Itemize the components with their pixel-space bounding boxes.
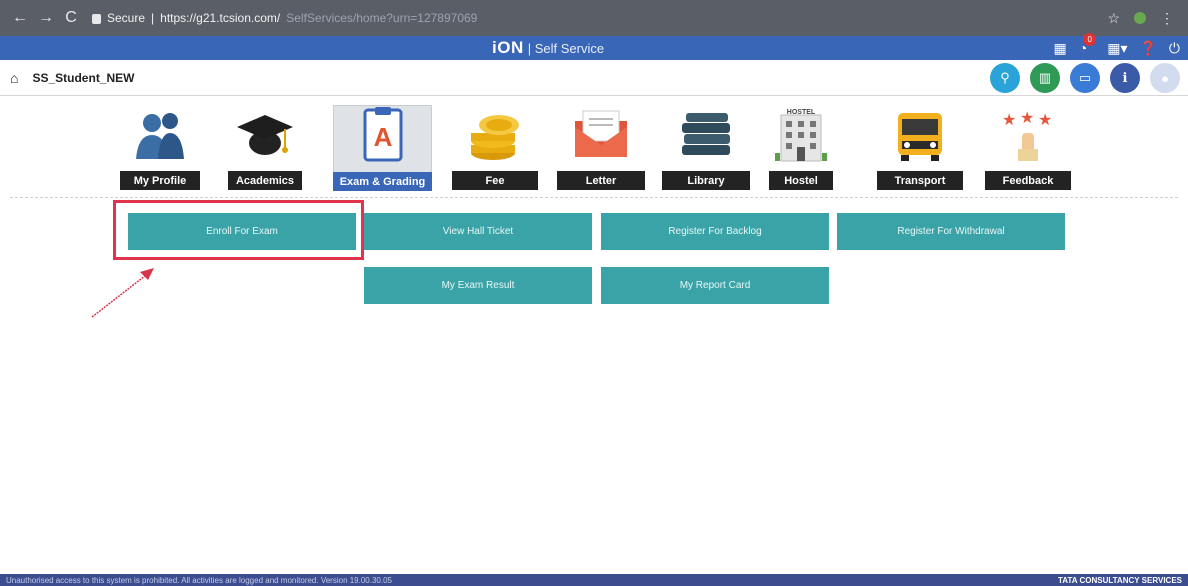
profile-icon [136,113,184,159]
svg-text:A: A [373,122,392,152]
module-my-profile[interactable]: My Profile [120,105,200,190]
quick-actions: ⚲ ▥ ▭ ℹ ● [990,63,1180,93]
extension-icon[interactable] [1134,12,1146,24]
footer-bar: Unauthorised access to this system is pr… [0,574,1188,586]
register-for-backlog-button[interactable]: Register For Backlog [601,213,829,250]
register-for-withdrawal-button[interactable]: Register For Withdrawal [837,213,1065,250]
header-icons: ▦ ◔ 0 ▦▾ ❓ ⏻ [1054,33,1180,60]
browser-actions: ☆ ⋮ [1107,10,1174,27]
app-brand: iON | Self Service [492,36,604,60]
svg-text:★: ★ [1020,108,1034,127]
graduation-cap-icon [237,115,293,155]
username-label: SS_Student_NEW [32,70,135,85]
envelope-icon [575,110,627,157]
address-bar[interactable]: Secure | https://g21.tcsion.com/SelfServ… [92,6,477,30]
footer-notice: Unauthorised access to this system is pr… [6,575,392,585]
home-icon[interactable]: ⌂ [10,70,18,86]
module-label: Hostel [769,171,833,190]
module-label: Library [662,171,750,190]
module-feedback[interactable]: ★ ★ ★ Feedback [985,105,1071,190]
module-academics[interactable]: Academics [228,105,302,190]
info-icon[interactable]: ℹ [1110,63,1140,93]
my-report-card-button[interactable]: My Report Card [601,267,829,304]
svg-text:★: ★ [1002,110,1016,129]
panel-icon[interactable]: ▥ [1030,63,1060,93]
module-label: Transport [877,171,963,190]
module-label: Letter [557,171,645,190]
books-icon [682,113,730,155]
star-rating-icon: ★ ★ ★ [1002,108,1052,161]
browser-toolbar: ← → C Secure | https://g21.tcsion.com/Se… [0,0,1188,36]
browser-nav: ← → C [12,9,78,27]
my-exam-result-button[interactable]: My Exam Result [364,267,592,304]
brand-product: | Self Service [527,40,605,56]
calendar-icon[interactable]: ▦ [1054,40,1067,57]
address-separator: | [151,11,155,25]
clipboard-icon: A [363,107,402,162]
module-letter[interactable]: Letter [557,105,645,190]
view-hall-ticket-button[interactable]: View Hall Ticket [364,213,592,250]
forward-icon[interactable]: → [38,9,54,27]
sub-header: ⌂ SS_Student_NEW ⚲ ▥ ▭ ℹ ● [0,60,1188,96]
coins-icon [471,115,519,160]
reload-icon[interactable]: C [64,9,78,27]
svg-text:★: ★ [1038,110,1052,129]
help-icon[interactable]: ❓ [1139,40,1156,57]
search-icon[interactable]: ⚲ [990,63,1020,93]
menu-kebab-icon[interactable]: ⋮ [1160,10,1174,27]
back-icon[interactable]: ← [12,9,28,27]
highlight-box [113,200,364,260]
module-label: My Profile [120,171,200,190]
hostel-sign: HOSTEL [786,109,816,116]
app-header: iON | Self Service ▦ ◔ 0 ▦▾ ❓ ⏻ [0,33,1188,60]
module-label: Academics [228,171,302,190]
star-icon[interactable]: ☆ [1107,10,1120,27]
power-icon[interactable]: ⏻ [1169,40,1180,57]
module-hostel[interactable]: HOSTEL Hostel [769,105,833,190]
avatar[interactable]: ● [1150,63,1180,93]
footer-brand: TATA CONSULTANCY SERVICES [1057,575,1182,585]
secure-label: Secure [107,11,146,25]
module-transport[interactable]: Transport [877,105,963,190]
brand-logo: iON [492,38,524,57]
app-grid-icon[interactable]: ▦▾ [1107,40,1127,57]
annotation-arrow [91,268,154,318]
url-main: https://g21.tcsion.com/ [160,11,281,25]
lock-icon [92,14,101,24]
module-library[interactable]: Library [662,105,750,190]
module-label: Exam & Grading [333,172,432,191]
chat-icon[interactable]: ▭ [1070,63,1100,93]
notification-count: 0 [1083,33,1097,46]
bus-icon [898,113,942,161]
module-label: Feedback [985,171,1071,190]
module-label: Fee [452,171,538,190]
module-fee[interactable]: Fee [452,105,538,190]
section-divider [10,197,1178,198]
notification-icon[interactable]: ◔ 0 [1079,33,1097,56]
url-path: SelfServices/home?urn=127897069 [286,11,478,25]
module-exam-grading[interactable]: A Exam & Grading [333,105,432,191]
